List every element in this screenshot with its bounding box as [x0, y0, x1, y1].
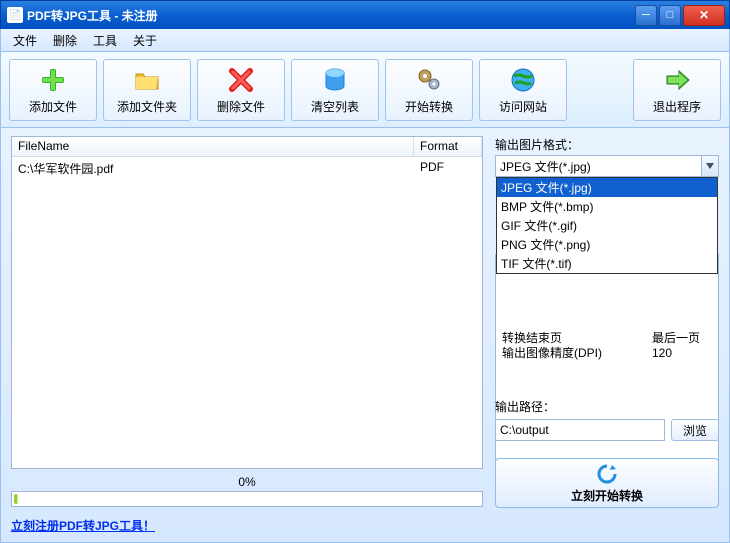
- chevron-down-icon[interactable]: [701, 156, 718, 176]
- start-convert-label: 开始转换: [405, 98, 453, 115]
- format-option[interactable]: GIF 文件(*.gif): [497, 216, 717, 235]
- file-list[interactable]: FileName Format C:\华军软件园.pdf PDF: [11, 136, 483, 469]
- cell-format: PDF: [414, 159, 482, 178]
- refresh-icon: [596, 463, 618, 485]
- add-file-label: 添加文件: [29, 98, 77, 115]
- toolbar: 添加文件 添加文件夹 删除文件 清空列表 开始转换 访问网站 退出程序: [0, 52, 730, 128]
- format-label: 输出图片格式：: [495, 136, 719, 153]
- format-option[interactable]: PNG 文件(*.png): [497, 235, 717, 254]
- delete-file-label: 删除文件: [217, 98, 265, 115]
- body-area: FileName Format C:\华军软件园.pdf PDF 0% 立刻注册…: [0, 128, 730, 543]
- settings-row[interactable]: 输出图像精度(DPI) 120: [496, 346, 718, 361]
- right-column: 输出图片格式： JPEG 文件(*.jpg) JPEG 文件(*.jpg) BM…: [495, 136, 719, 534]
- menu-file[interactable]: 文件: [5, 30, 45, 51]
- file-list-header: FileName Format: [12, 137, 482, 157]
- titlebar: 📄 PDF转JPG工具 - 未注册 ─ □ ✕: [0, 0, 730, 29]
- settings-row[interactable]: 转换结束页 最后一页: [496, 331, 718, 346]
- plus-icon: [38, 65, 68, 95]
- progress-bar: [11, 491, 483, 507]
- gears-icon: [414, 65, 444, 95]
- start-now-button[interactable]: 立刻开始转换: [495, 458, 719, 508]
- add-folder-button[interactable]: 添加文件夹: [103, 59, 191, 121]
- output-section: 输出路径： 浏览: [495, 398, 719, 441]
- visit-site-button[interactable]: 访问网站: [479, 59, 567, 121]
- format-combo[interactable]: JPEG 文件(*.jpg) JPEG 文件(*.jpg) BMP 文件(*.b…: [495, 155, 719, 177]
- register-link[interactable]: 立刻注册PDF转JPG工具！: [11, 519, 155, 533]
- app-icon: 📄: [7, 7, 23, 23]
- database-icon: [320, 65, 350, 95]
- add-file-button[interactable]: 添加文件: [9, 59, 97, 121]
- delete-file-button[interactable]: 删除文件: [197, 59, 285, 121]
- menu-about[interactable]: 关于: [125, 30, 165, 51]
- start-convert-button[interactable]: 开始转换: [385, 59, 473, 121]
- table-row[interactable]: C:\华军软件园.pdf PDF: [12, 157, 482, 180]
- maximize-button[interactable]: □: [659, 5, 681, 26]
- left-column: FileName Format C:\华军软件园.pdf PDF 0% 立刻注册…: [11, 136, 483, 534]
- visit-site-label: 访问网站: [499, 98, 547, 115]
- close-button[interactable]: ✕: [683, 5, 725, 26]
- start-now-label: 立刻开始转换: [571, 487, 643, 504]
- menu-delete[interactable]: 删除: [45, 30, 85, 51]
- exit-label: 退出程序: [653, 98, 701, 115]
- clear-list-label: 清空列表: [311, 98, 359, 115]
- format-option[interactable]: JPEG 文件(*.jpg): [497, 178, 717, 197]
- minimize-button[interactable]: ─: [635, 5, 657, 26]
- cell-filename: C:\华军软件园.pdf: [12, 159, 414, 178]
- menu-tools[interactable]: 工具: [85, 30, 125, 51]
- window-title: PDF转JPG工具 - 未注册: [27, 7, 633, 24]
- browse-button[interactable]: 浏览: [671, 419, 719, 441]
- globe-icon: [508, 65, 538, 95]
- progress-area: 0%: [11, 475, 483, 507]
- setting-key: 转换结束页: [502, 331, 652, 346]
- col-filename[interactable]: FileName: [12, 137, 414, 156]
- format-option[interactable]: BMP 文件(*.bmp): [497, 197, 717, 216]
- output-path-input[interactable]: [495, 419, 665, 441]
- arrow-right-icon: [662, 65, 692, 95]
- register-link-area: 立刻注册PDF转JPG工具！: [11, 517, 483, 534]
- add-folder-label: 添加文件夹: [117, 98, 177, 115]
- progress-text: 0%: [11, 475, 483, 489]
- folder-icon: [132, 65, 162, 95]
- menubar: 文件 删除 工具 关于: [0, 29, 730, 52]
- delete-icon: [226, 65, 256, 95]
- format-dropdown[interactable]: JPEG 文件(*.jpg) BMP 文件(*.bmp) GIF 文件(*.gi…: [496, 177, 718, 274]
- setting-key: 输出图像精度(DPI): [502, 346, 652, 361]
- setting-value: 120: [652, 346, 712, 361]
- exit-button[interactable]: 退出程序: [633, 59, 721, 121]
- clear-list-button[interactable]: 清空列表: [291, 59, 379, 121]
- combo-selected-text: JPEG 文件(*.jpg): [500, 158, 591, 175]
- setting-value: 最后一页: [652, 331, 712, 346]
- output-label: 输出路径：: [495, 398, 719, 415]
- format-option[interactable]: TIF 文件(*.tif): [497, 254, 717, 273]
- col-format[interactable]: Format: [414, 137, 482, 156]
